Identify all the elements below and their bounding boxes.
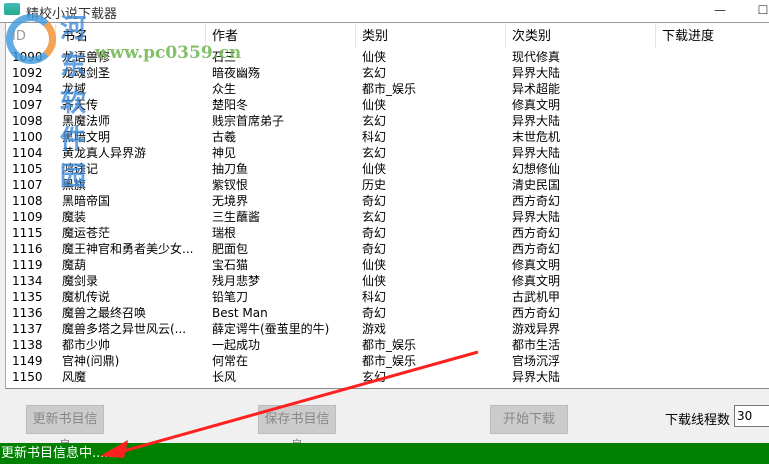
annotation-arrow-icon xyxy=(100,350,479,458)
